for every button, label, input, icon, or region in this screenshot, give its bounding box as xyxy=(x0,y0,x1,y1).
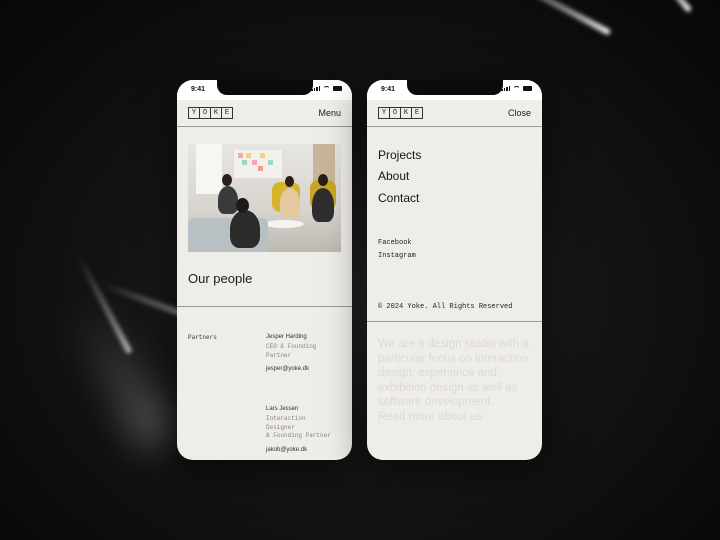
person-email-link[interactable]: jakob@yoke.dk xyxy=(266,447,350,453)
partners-label: Partners xyxy=(188,334,217,341)
close-button[interactable]: Close xyxy=(508,108,531,118)
person-name: Jesper Harding xyxy=(266,334,307,340)
phone-menu-open: 9:41 Y O K E Close Projects About Contac… xyxy=(367,80,542,460)
person-role-line: & Founding Partner xyxy=(266,432,331,439)
person-role-line: Designer xyxy=(266,423,295,431)
status-bar: 9:41 xyxy=(177,80,352,100)
phone-our-people: 9:41 Y O K E Menu Our people Partners Je… xyxy=(177,80,352,460)
app-header: Y O K E Close xyxy=(367,100,542,127)
page-title: Our people xyxy=(188,271,253,286)
status-time: 9:41 xyxy=(381,86,396,93)
social-link-instagram[interactable]: Instagram xyxy=(378,252,416,260)
cellular-signal-icon xyxy=(501,86,510,91)
person-email-link[interactable]: jesper@yoke.dk xyxy=(266,366,350,372)
person-name: Lars Jessen xyxy=(266,406,299,412)
app-header: Y O K E Menu xyxy=(177,100,352,127)
notch xyxy=(406,80,503,95)
person-role-line: Partner xyxy=(266,351,292,359)
cellular-signal-icon xyxy=(311,86,320,91)
yoke-logo[interactable]: Y O K E xyxy=(188,107,233,119)
yoke-logo[interactable]: Y O K E xyxy=(378,107,423,119)
nav-item-about[interactable]: About xyxy=(378,169,409,183)
battery-icon xyxy=(333,86,342,91)
status-bar: 9:41 xyxy=(367,80,542,100)
person-role-line: Interaction xyxy=(266,415,306,422)
person-role-line: CEO & Founding xyxy=(266,343,317,350)
studio-description: We are a design studio with a particular… xyxy=(378,337,538,424)
studio-description-text: We are a design studio with a particular… xyxy=(378,338,529,408)
copyright-text: © 2024 Yoke. All Rights Reserved xyxy=(378,303,513,311)
wifi-icon xyxy=(513,86,520,91)
person-card: Lars Jessen Interaction Designer & Found… xyxy=(266,406,350,453)
nav-item-contact[interactable]: Contact xyxy=(378,191,419,205)
status-time: 9:41 xyxy=(191,86,206,93)
person-card: Jesper Harding CEO & Founding Partner je… xyxy=(266,334,350,372)
divider xyxy=(177,306,352,307)
social-link-facebook[interactable]: Facebook xyxy=(378,239,412,247)
team-photo xyxy=(188,144,341,252)
battery-icon xyxy=(523,86,532,91)
wifi-icon xyxy=(323,86,330,91)
menu-button[interactable]: Menu xyxy=(318,108,341,118)
notch xyxy=(216,80,313,95)
divider xyxy=(367,321,542,322)
background-stage xyxy=(0,0,720,540)
read-more-link[interactable]: Read more about us xyxy=(378,411,482,423)
nav-item-projects[interactable]: Projects xyxy=(378,148,421,162)
